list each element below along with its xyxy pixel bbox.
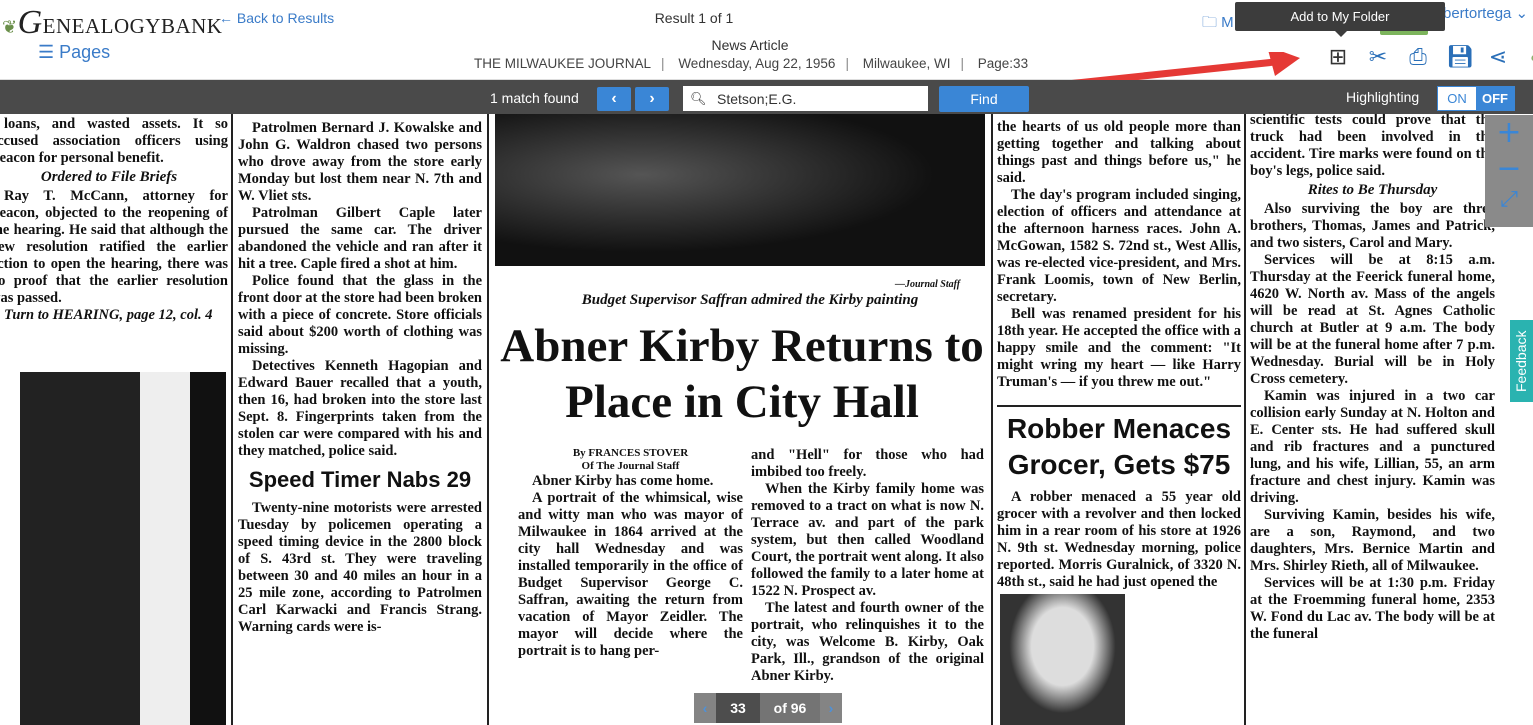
- paragraph: Surviving Kamin, besides his wife, are a…: [1250, 507, 1495, 574]
- kirby-photo: [495, 114, 985, 266]
- paragraph: The latest and fourth owner of the portr…: [751, 600, 984, 684]
- byline-staff: Of The Journal Staff: [581, 460, 680, 472]
- prev-match-button[interactable]: ‹: [597, 87, 631, 111]
- subheading: Ordered to File Briefs: [40, 169, 178, 185]
- add-folder-icon[interactable]: ⊞: [1326, 44, 1350, 70]
- photo-caption: Budget Supervisor Saffran admired the Ki…: [581, 292, 919, 308]
- share-icon[interactable]: ⋖: [1486, 44, 1510, 70]
- search-icon: 🔍︎: [690, 91, 707, 106]
- column-1: loans, and wasted assets. It so accused …: [0, 116, 228, 324]
- paragraph: The day's program included singing, elec…: [997, 187, 1241, 305]
- byline: By FRANCES STOVER: [572, 447, 689, 459]
- column-rule: [1244, 114, 1246, 725]
- paragraph: Also surviving the boy are three brother…: [1250, 201, 1495, 251]
- my-folder-link[interactable]: 🗀 M: [1202, 12, 1234, 37]
- page-total: of 96: [760, 693, 820, 723]
- find-button[interactable]: Find: [939, 86, 1029, 112]
- jump-line: Turn to HEARING, page 12, col. 4: [4, 307, 213, 323]
- column-2: Patrolmen Bernard J. Kowalske and John G…: [238, 120, 482, 636]
- column-rule: [487, 114, 489, 725]
- highlighting-label: Highlighting: [1346, 89, 1420, 105]
- location: Milwaukee, WI: [862, 56, 951, 71]
- paragraph: Bell was renamed president for his 18th …: [997, 306, 1241, 390]
- current-page[interactable]: 33: [716, 693, 760, 723]
- zoom-out-icon[interactable]: −: [1485, 151, 1533, 187]
- headline-kirby: Abner Kirby Returns to Place in City Hal…: [500, 320, 984, 428]
- zoom-in-icon[interactable]: +: [1485, 115, 1533, 151]
- save-icon[interactable]: 💾︎: [1446, 44, 1474, 70]
- fullscreen-icon[interactable]: ⤢: [1485, 187, 1533, 223]
- photo-credit: —Journal Staff: [895, 279, 961, 290]
- paragraph: Ray T. McCann, attorney for Beacon, obje…: [0, 188, 228, 306]
- paragraph: scientific tests could prove that the tr…: [1250, 114, 1495, 179]
- folder-icon: 🗀: [1202, 14, 1222, 31]
- headline-speed-timer: Speed Timer Nabs 29: [248, 467, 472, 492]
- next-match-button[interactable]: ›: [635, 87, 669, 111]
- publication: THE MILWAUKEE JOURNAL: [474, 56, 652, 71]
- paragraph: Patrolmen Bernard J. Kowalske and John G…: [238, 120, 482, 204]
- column-rule: [231, 114, 233, 725]
- date: Wednesday, Aug 22, 1956: [678, 56, 836, 71]
- paragraph: Services will be at 1:30 p.m. Friday at …: [1250, 575, 1495, 642]
- page-navigator: ‹ 33 of 96 ›: [694, 693, 842, 723]
- print-icon[interactable]: ⎙: [1406, 44, 1430, 70]
- scissors-icon[interactable]: ✂: [1366, 44, 1390, 70]
- paragraph: A portrait of the whimsical, wise and wi…: [518, 490, 743, 659]
- document-type: News Article: [711, 37, 789, 53]
- result-count: Result 1 of 1: [654, 10, 734, 26]
- paragraph: When the Kirby family home was removed t…: [751, 481, 984, 599]
- paragraph: Services will be at 8:15 a.m. Thursday a…: [1250, 252, 1495, 387]
- article-meta: THE MILWAUKEE JOURNAL | Wednesday, Aug 22…: [474, 56, 1029, 71]
- column-4: the hearts of us old people more than ge…: [997, 119, 1241, 591]
- highlighting-toggle[interactable]: ON OFF: [1437, 86, 1515, 111]
- my-folder-label: M: [1221, 14, 1234, 31]
- paragraph: Detectives Kenneth Hagopian and Edward B…: [238, 358, 482, 459]
- tooltip: Add to My Folder: [1235, 2, 1445, 37]
- paragraph: Police found that the glass in the front…: [238, 273, 482, 357]
- next-page-icon[interactable]: ›: [820, 693, 842, 723]
- user-menu[interactable]: bertortega ⌄: [1443, 4, 1528, 22]
- prev-page-icon[interactable]: ‹: [694, 693, 716, 723]
- paragraph: Abner Kirby has come home.: [532, 473, 714, 489]
- search-input[interactable]: [683, 86, 928, 111]
- headline-robber: Robber Menaces Grocer, Gets $75: [997, 405, 1241, 483]
- toggle-off[interactable]: OFF: [1476, 87, 1514, 110]
- article-tools: ⊞ ✂ ⎙ 💾︎ ⋖ ♣: [1326, 44, 1533, 70]
- header: ❦GENEALOGYBANK ← Back to Results ☰ Pages…: [0, 0, 1533, 94]
- search-toolbar: 1 match found ‹ › 🔍︎ Find Highlighting O…: [0, 80, 1533, 114]
- newspaper-page[interactable]: loans, and wasted assets. It so accused …: [0, 114, 1533, 725]
- family-tree-icon[interactable]: ♣: [1526, 44, 1533, 70]
- column-3b: and "Hell" for those who had imbibed too…: [751, 447, 984, 685]
- subheading: Rites to Be Thursday: [1307, 182, 1438, 198]
- paragraph: the hearts of us old people more than ge…: [997, 119, 1241, 186]
- column-5: scientific tests could prove that the tr…: [1250, 114, 1495, 643]
- column-3a: By FRANCES STOVER Of The Journal Staff A…: [518, 447, 743, 660]
- toggle-on[interactable]: ON: [1438, 87, 1476, 110]
- feedback-tab[interactable]: Feedback: [1510, 320, 1533, 402]
- column-rule: [991, 114, 993, 725]
- zoom-controls: + − ⤢: [1485, 115, 1533, 227]
- grocer-photo: [1000, 594, 1125, 725]
- paragraph: and "Hell" for those who had imbibed too…: [751, 447, 984, 480]
- paragraph: Twenty-nine motorists were arrested Tues…: [238, 500, 482, 635]
- paragraph: Kamin was injured in a two car collision…: [1250, 388, 1495, 506]
- paragraph: Patrolman Gilbert Caple later pursued th…: [238, 205, 482, 272]
- paragraph: loans, and wasted assets. It so accused …: [0, 116, 228, 166]
- username: bertortega: [1443, 5, 1512, 22]
- photo-left: [0, 372, 226, 725]
- match-count: 1 match found: [490, 90, 579, 106]
- paragraph: A robber menaced a 55 year old grocer wi…: [997, 489, 1241, 590]
